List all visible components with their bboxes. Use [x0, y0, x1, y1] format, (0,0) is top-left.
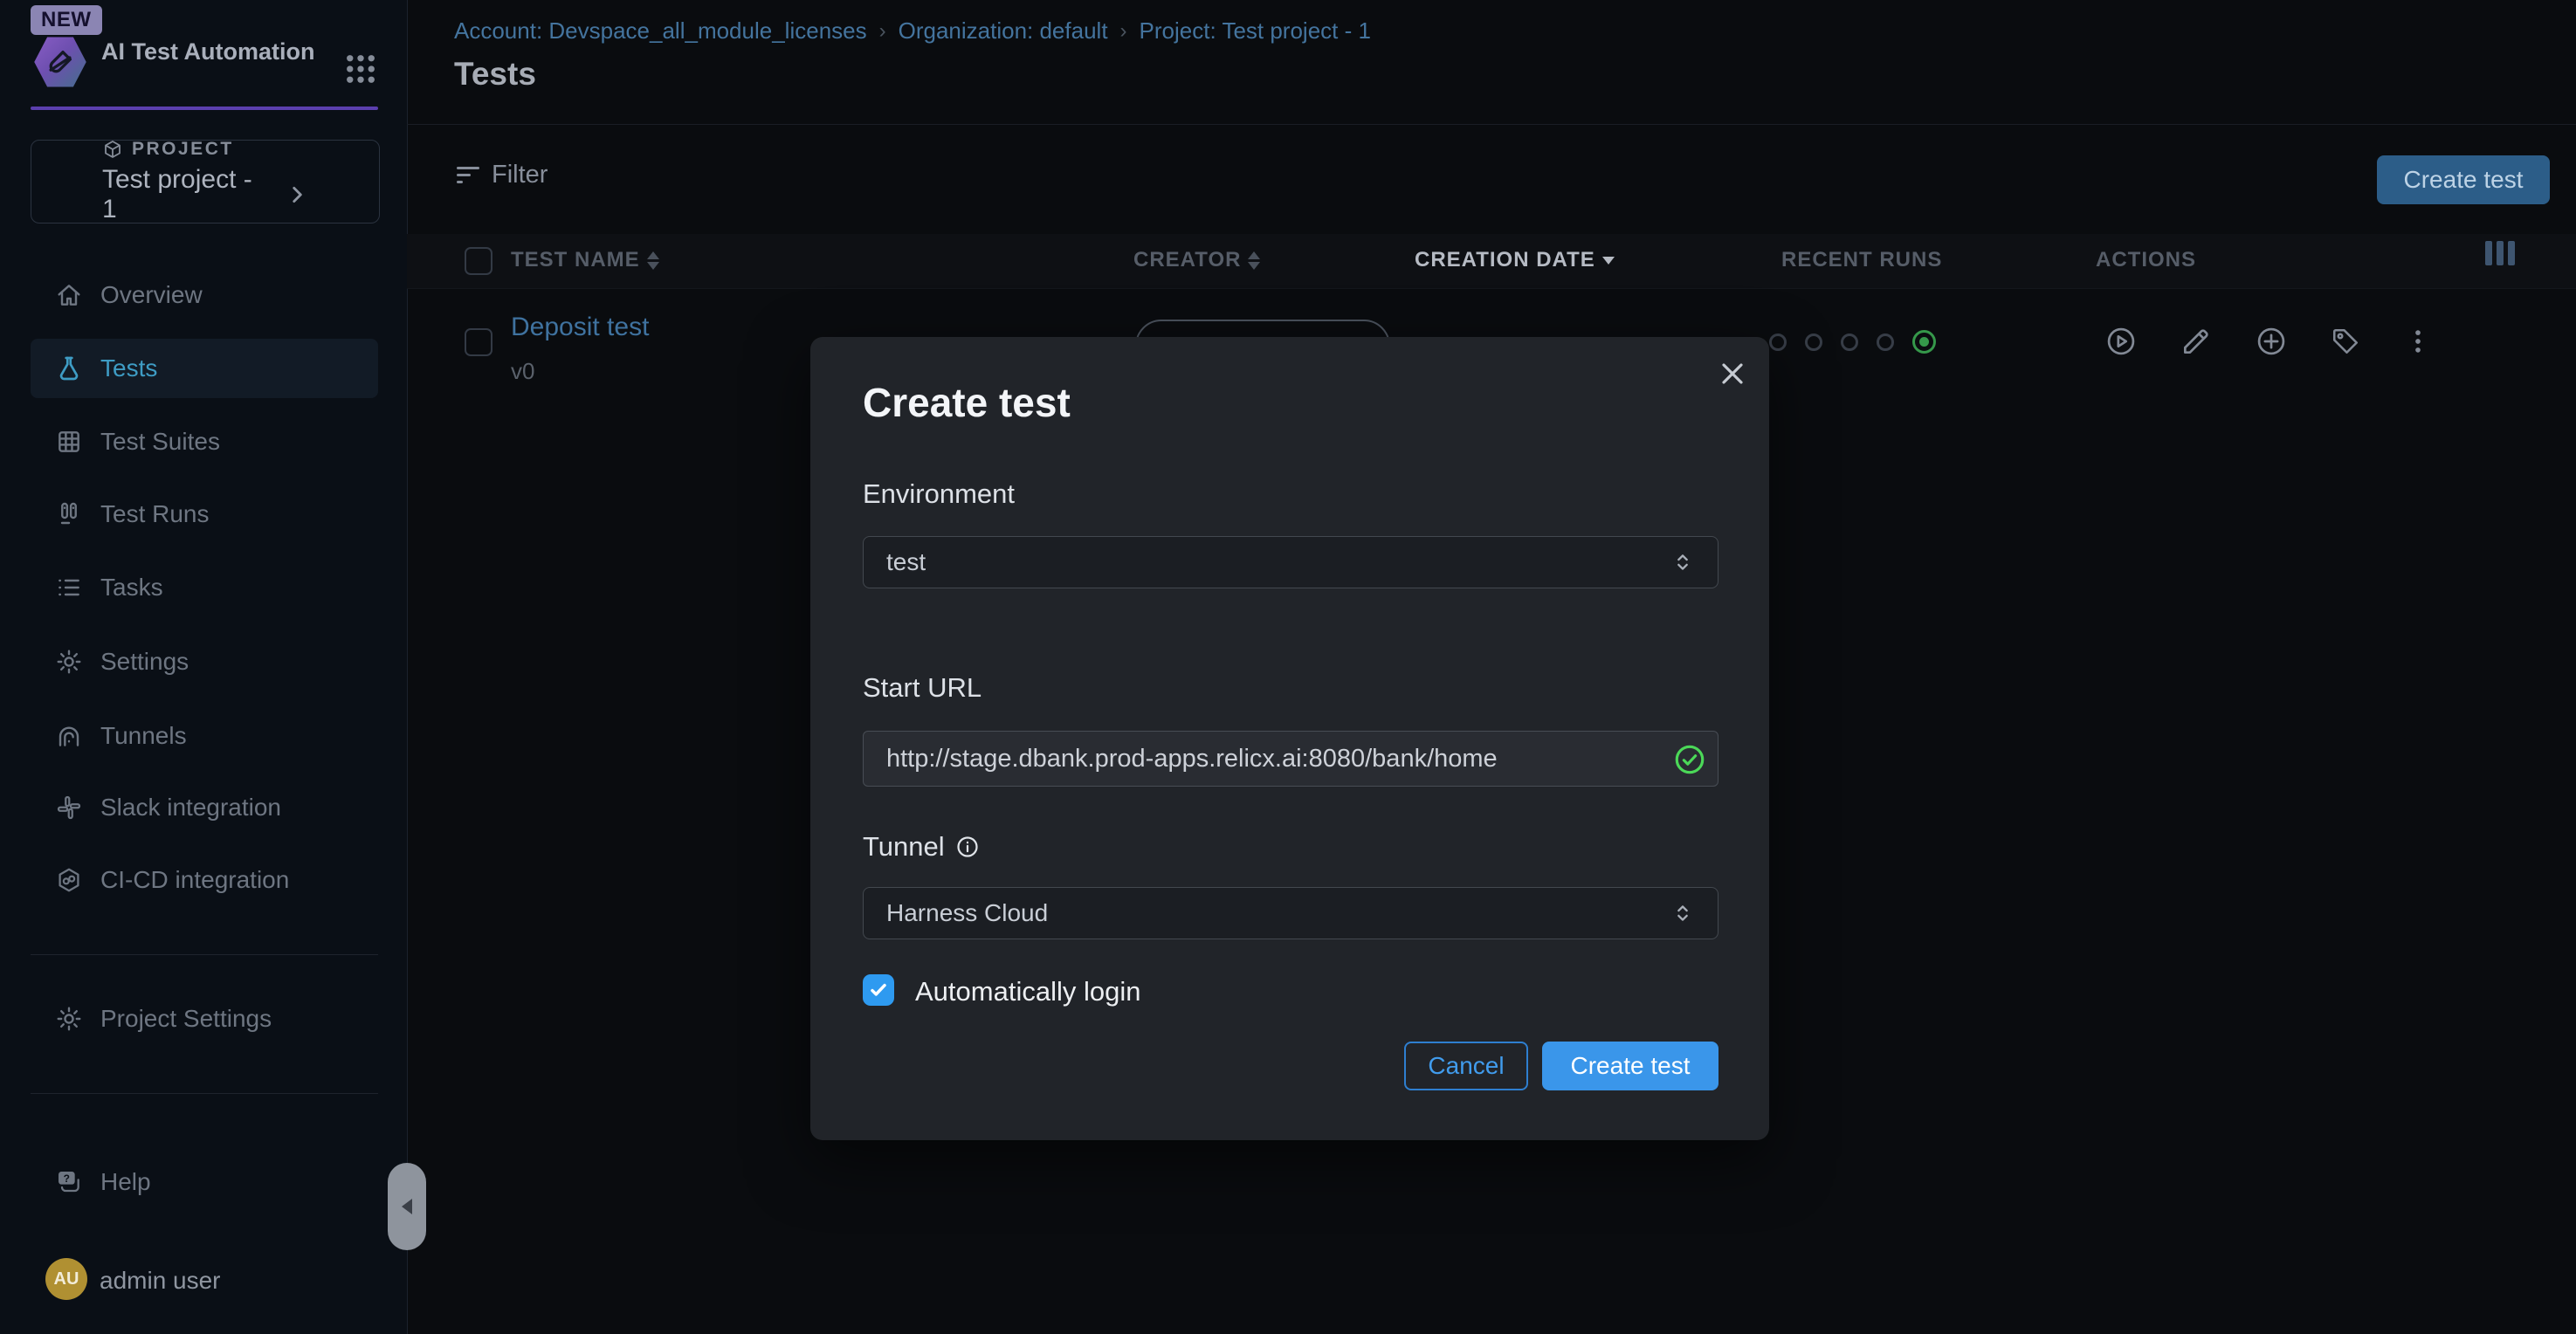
user-avatar[interactable]: AU: [45, 1258, 87, 1300]
sidebar-item-tasks[interactable]: Tasks: [31, 558, 378, 617]
app-logo-icon: [33, 35, 87, 89]
breadcrumb-org-link[interactable]: Organization: default: [899, 17, 1108, 45]
sort-icon: [1248, 251, 1260, 270]
slack-icon: [55, 794, 83, 822]
test-name-link[interactable]: Deposit test: [511, 313, 649, 342]
chevron-right-icon: [286, 183, 308, 206]
sidebar: NEW AI Test Automation: [0, 0, 408, 1334]
brand-divider: [31, 107, 378, 110]
url-valid-check-icon: [1673, 743, 1706, 776]
sidebar-item-settings[interactable]: Settings: [31, 632, 378, 691]
module-switcher-icon[interactable]: [342, 51, 379, 87]
gear-icon: [55, 648, 83, 676]
filter-button[interactable]: Filter: [457, 161, 548, 189]
home-icon: [55, 281, 83, 309]
column-settings-icon[interactable]: [2485, 241, 2515, 265]
user-name[interactable]: admin user: [100, 1267, 221, 1295]
project-name: Test project - 1: [102, 165, 272, 224]
close-icon[interactable]: [1715, 356, 1750, 391]
breadcrumb-separator: ›: [879, 19, 886, 44]
add-plus-icon[interactable]: [2255, 325, 2288, 358]
cube-icon: [102, 139, 123, 160]
tag-icon[interactable]: [2330, 326, 2361, 357]
breadcrumb-account-link[interactable]: Account: Devspace_all_module_licenses: [454, 17, 867, 45]
tunnel-select[interactable]: Harness Cloud: [863, 887, 1718, 939]
sort-icon: [647, 251, 659, 270]
column-creation-date[interactable]: CREATION DATE: [1415, 248, 1615, 272]
header-divider: [407, 124, 2576, 125]
cicd-icon: [55, 866, 83, 894]
auto-login-label: Automatically login: [915, 976, 1140, 1007]
run-test-icon[interactable]: [2104, 325, 2138, 358]
edit-pencil-icon[interactable]: [2180, 325, 2213, 358]
test-version: v0: [511, 358, 534, 385]
cancel-button[interactable]: Cancel: [1404, 1042, 1528, 1090]
run-dot-empty[interactable]: [1805, 334, 1822, 351]
new-badge: NEW: [31, 5, 102, 35]
sidebar-collapse-handle[interactable]: [388, 1163, 426, 1250]
sidebar-item-test-runs[interactable]: Test Runs: [31, 485, 378, 544]
grid-table-icon: [55, 428, 83, 456]
help-chat-icon: ?: [55, 1168, 83, 1196]
select-all-checkbox[interactable]: [465, 247, 492, 275]
environment-label: Environment: [863, 478, 1015, 510]
flask-icon: [55, 354, 83, 382]
row-actions: [2104, 325, 2433, 358]
breadcrumb: Account: Devspace_all_module_licenses › …: [454, 17, 1371, 45]
sidebar-item-project-settings[interactable]: Project Settings: [31, 989, 378, 1049]
svg-text:?: ?: [64, 1172, 70, 1185]
tunnel-icon: [55, 722, 83, 750]
app-window: NEW AI Test Automation: [0, 0, 2576, 1334]
filter-icon: [457, 167, 479, 183]
sidebar-item-tunnels[interactable]: Tunnels: [31, 706, 378, 766]
sort-desc-icon: [1602, 257, 1615, 265]
recent-runs: [1769, 330, 1936, 354]
column-test-name[interactable]: TEST NAME: [511, 248, 659, 272]
run-dot-passed[interactable]: [1912, 330, 1936, 354]
columns-run-icon: [55, 500, 83, 528]
collapse-left-icon: [402, 1199, 412, 1214]
page-title: Tests: [454, 56, 536, 93]
tunnel-label: Tunnel: [863, 831, 980, 863]
sidebar-item-help[interactable]: ? Help: [31, 1152, 378, 1212]
auto-login-checkbox[interactable]: [863, 974, 894, 1006]
row-checkbox[interactable]: [465, 328, 492, 356]
breadcrumb-separator: ›: [1120, 19, 1127, 44]
run-dot-empty[interactable]: [1877, 334, 1894, 351]
create-test-submit-button[interactable]: Create test: [1542, 1042, 1718, 1090]
breadcrumb-project-link[interactable]: Project: Test project - 1: [1140, 17, 1371, 45]
sidebar-divider: [31, 954, 378, 955]
column-recent-runs: RECENT RUNS: [1781, 248, 1942, 272]
gear-icon: [55, 1005, 83, 1033]
list-icon: [55, 574, 83, 602]
project-selector[interactable]: PROJECT Test project - 1: [31, 140, 380, 223]
run-dot-empty[interactable]: [1841, 334, 1858, 351]
start-url-input[interactable]: [863, 731, 1718, 787]
create-test-modal: Create test Environment test Start URL T…: [810, 337, 1769, 1140]
start-url-label: Start URL: [863, 672, 981, 704]
sidebar-divider: [31, 1093, 378, 1094]
more-kebab-icon[interactable]: [2403, 327, 2433, 356]
column-actions: ACTIONS: [2096, 248, 2196, 272]
info-icon[interactable]: [955, 835, 980, 859]
sidebar-item-overview[interactable]: Overview: [31, 265, 378, 325]
create-test-button-toolbar[interactable]: Create test: [2377, 155, 2550, 204]
app-title: AI Test Automation: [101, 37, 328, 66]
run-dot-empty[interactable]: [1769, 334, 1787, 351]
sidebar-item-slack-integration[interactable]: Slack integration: [31, 778, 378, 837]
environment-select[interactable]: test: [863, 536, 1718, 588]
sidebar-item-test-suites[interactable]: Test Suites: [31, 412, 378, 471]
sidebar-item-tests[interactable]: Tests: [31, 339, 378, 398]
modal-title: Create test: [863, 379, 1071, 426]
select-chevrons-icon: [1670, 901, 1695, 925]
project-label: PROJECT: [132, 139, 234, 160]
sidebar-item-cicd-integration[interactable]: CI-CD integration: [31, 850, 378, 910]
column-creator[interactable]: CREATOR: [1133, 248, 1260, 272]
select-chevrons-icon: [1670, 550, 1695, 574]
